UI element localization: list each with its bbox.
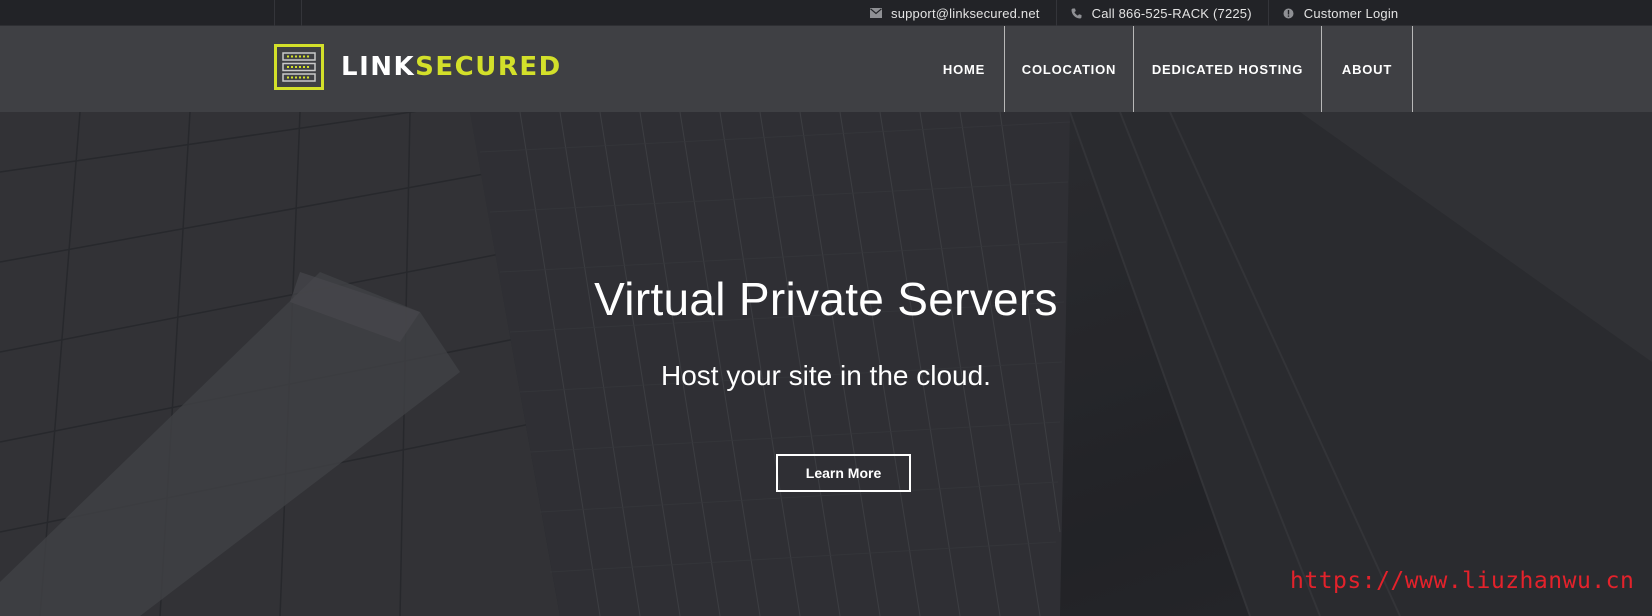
logo-text-link: LINK xyxy=(341,52,416,82)
phone-link[interactable]: Call 866-525-RACK (7225) xyxy=(1057,0,1269,26)
phone-icon xyxy=(1071,7,1083,19)
site-logo[interactable]: LINKSECURED xyxy=(274,42,562,92)
topbar-divider xyxy=(274,0,275,26)
phone-label: Call 866-525-RACK (7225) xyxy=(1091,5,1252,21)
nav-colocation[interactable]: COLOCATION xyxy=(1005,26,1134,112)
hero-banner: Virtual Private Servers Host your site i… xyxy=(0,112,1652,616)
nav-about[interactable]: ABOUT xyxy=(1322,26,1413,112)
logo-text-secured: SECURED xyxy=(415,52,562,82)
top-utility-bar: support@linksecured.net Call 866-525-RAC… xyxy=(0,0,1652,26)
nav-dedicated-hosting[interactable]: DEDICATED HOSTING xyxy=(1134,26,1322,112)
server-rack-icon xyxy=(274,44,324,90)
topbar-links: support@linksecured.net Call 866-525-RAC… xyxy=(856,0,1414,26)
page: support@linksecured.net Call 866-525-RAC… xyxy=(0,0,1652,616)
envelope-icon xyxy=(870,7,882,19)
logo-wordmark: LINKSECURED xyxy=(341,54,562,80)
nav-home[interactable]: HOME xyxy=(924,26,1005,112)
support-email-link[interactable]: support@linksecured.net xyxy=(856,0,1057,26)
topbar-divider xyxy=(301,0,302,26)
support-email-label: support@linksecured.net xyxy=(891,5,1040,21)
hero-subtitle: Host your site in the cloud. xyxy=(661,360,991,391)
main-nav: HOME COLOCATION DEDICATED HOSTING ABOUT xyxy=(924,26,1413,112)
customer-login-link[interactable]: Customer Login xyxy=(1269,0,1415,26)
info-circle-icon xyxy=(1283,7,1295,19)
watermark-text: https://www.liuzhanwu.cn xyxy=(1290,568,1635,594)
site-header: LINKSECURED HOME COLOCATION DEDICATED HO… xyxy=(0,26,1652,112)
customer-login-label: Customer Login xyxy=(1303,5,1399,21)
learn-more-button[interactable]: Learn More xyxy=(776,454,911,492)
hero-title: Virtual Private Servers xyxy=(594,273,1058,325)
